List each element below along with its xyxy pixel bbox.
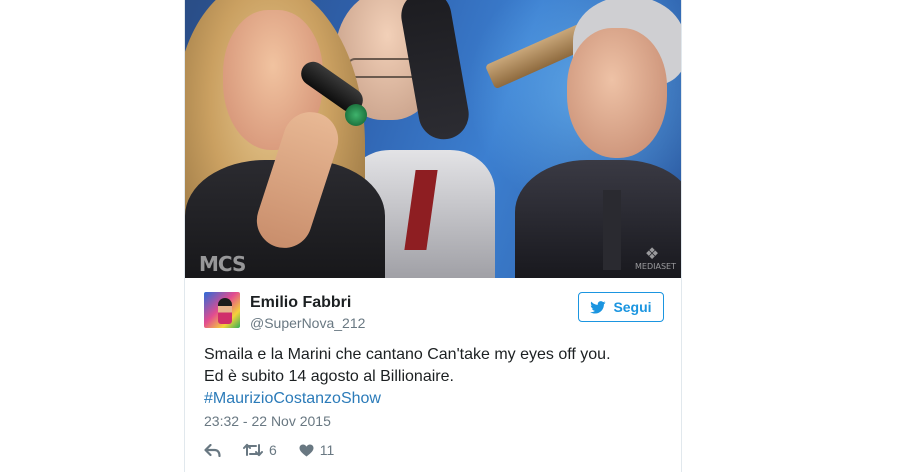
- tweet-text-line-1: Smaila e la Marini che cantano Can'take …: [204, 346, 611, 363]
- man-right-tie: [603, 190, 621, 270]
- retweet-button[interactable]: 6: [243, 442, 277, 458]
- reply-button[interactable]: [204, 443, 221, 457]
- tweet-header: Emilio Fabbri @SuperNova_212 Segui: [204, 292, 664, 334]
- tweet-timestamp[interactable]: 23:32 - 22 Nov 2015: [204, 413, 331, 429]
- avatar[interactable]: [204, 292, 240, 328]
- like-count: 11: [319, 442, 335, 458]
- avatar-figure: [218, 298, 232, 324]
- hashtag-link[interactable]: #MaurizioCostanzoShow: [204, 388, 664, 410]
- like-button[interactable]: 11: [299, 442, 335, 458]
- mediaset-watermark: ❖ MEDIASET: [635, 244, 676, 272]
- tweet-photo[interactable]: MCS ❖ MEDIASET: [185, 0, 681, 278]
- man-right-face: [567, 28, 667, 158]
- author-name[interactable]: Emilio Fabbri: [250, 294, 351, 312]
- tweet-text-line-2: Ed è subito 14 agosto al Billionaire.: [204, 368, 454, 385]
- follow-button[interactable]: Segui: [578, 292, 664, 322]
- twitter-bird-icon: [590, 300, 606, 314]
- embedded-tweet-card: MCS ❖ MEDIASET Emilio Fabbri @SuperNova_…: [184, 0, 682, 472]
- tweet-text: Smaila e la Marini che cantano Can'take …: [204, 344, 664, 410]
- retweet-count: 6: [269, 442, 277, 458]
- tweet-actions: 6 11: [204, 439, 356, 461]
- follow-button-label: Segui: [613, 299, 652, 315]
- microphone-head: [345, 104, 367, 126]
- author-handle[interactable]: @SuperNova_212: [250, 315, 365, 331]
- mediaset-logo-icon: ❖: [644, 244, 660, 263]
- page: MCS ❖ MEDIASET Emilio Fabbri @SuperNova_…: [0, 0, 900, 472]
- retweet-icon: [243, 443, 263, 457]
- reply-arrow-icon: [204, 443, 221, 457]
- heart-icon: [299, 444, 314, 456]
- mcs-watermark: MCS: [199, 252, 246, 276]
- mediaset-watermark-text: MEDIASET: [635, 262, 676, 271]
